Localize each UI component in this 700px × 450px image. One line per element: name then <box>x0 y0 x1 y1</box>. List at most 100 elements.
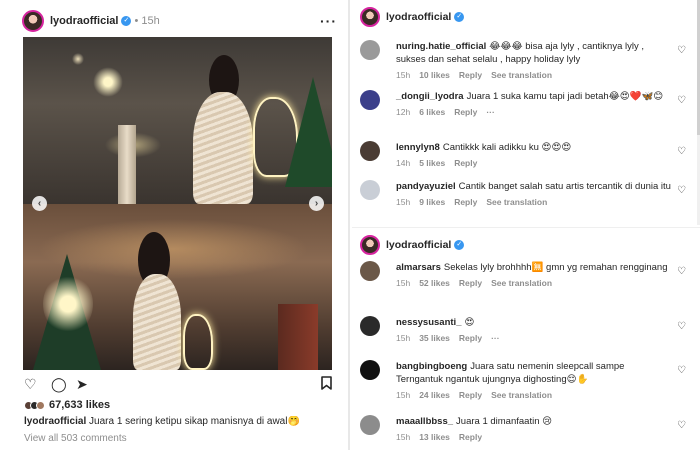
comment-timestamp: 14h <box>396 158 411 168</box>
likes-label: 67,633 likes <box>49 399 111 411</box>
commenter-avatar[interactable] <box>360 40 380 60</box>
stage-prop-image <box>278 304 318 370</box>
reply-button[interactable]: Reply <box>454 196 477 209</box>
post-username[interactable]: lyodraofficial <box>50 15 118 27</box>
comment-likes-count[interactable]: 13 likes <box>419 431 450 444</box>
comment-timestamp: 15h <box>396 432 411 442</box>
commenter-avatar[interactable] <box>360 360 380 380</box>
comment-text-block: nuring.hatie_official 😂😂😂 bisa aja lyly ,… <box>396 40 672 66</box>
comment-likes-count[interactable]: 10 likes <box>419 69 450 82</box>
comment-timestamp: 12h <box>396 107 411 117</box>
comment-text: Juara 1 dimanfaatin 😢 <box>456 416 553 427</box>
commenter-username[interactable]: pandyayuziel <box>396 181 456 192</box>
verified-badge-icon: ✓ <box>454 12 465 22</box>
see-translation-button[interactable]: See translation <box>486 196 547 209</box>
reply-button[interactable]: Reply <box>459 277 482 290</box>
reply-button[interactable]: Reply <box>459 431 482 444</box>
see-translation-button[interactable]: See translation <box>491 69 552 82</box>
commenter-username[interactable]: lennylyn8 <box>396 142 440 153</box>
like-heart-icon[interactable]: ♡ <box>24 376 37 392</box>
commenter-username[interactable]: _dongii_lyodra <box>396 91 464 102</box>
comment-timestamp: 15h <box>396 390 411 400</box>
comment-likes-count[interactable]: 35 likes <box>419 332 450 345</box>
comment-like-heart-icon[interactable]: ♡ <box>677 420 686 431</box>
dot-separator: • <box>134 15 139 27</box>
comments-header-username[interactable]: lyodraofficial <box>386 239 451 251</box>
comment-meta: 15h 24 likes Reply See translation <box>396 389 672 402</box>
reply-button[interactable]: Reply <box>459 389 482 402</box>
comment-text-block: maaallbbss_ Juara 1 dimanfaatin 😢 <box>396 415 672 428</box>
commenter-username[interactable]: almarsars <box>396 262 441 273</box>
likes-count[interactable]: 67,633 likes <box>24 399 110 411</box>
comment-likes-count[interactable]: 6 likes <box>419 106 445 119</box>
profile-avatar[interactable] <box>360 235 380 255</box>
comment-likes-count[interactable]: 9 likes <box>419 196 445 209</box>
profile-avatar[interactable] <box>22 10 44 32</box>
singer-gown-image <box>193 92 253 204</box>
post-photo-performance[interactable] <box>23 204 332 370</box>
reply-button[interactable]: Reply <box>454 157 477 170</box>
view-all-comments-link[interactable]: View all 503 comments <box>24 433 127 444</box>
comment-likes-count[interactable]: 5 likes <box>419 157 445 170</box>
comment-meta: 15h 35 likes Reply ··· <box>396 332 672 345</box>
share-paper-plane-icon[interactable]: ➤ <box>76 376 88 392</box>
commenter-username[interactable]: maaallbbss_ <box>396 416 453 427</box>
more-options-icon[interactable]: ··· <box>320 13 337 29</box>
reply-button[interactable]: Reply <box>454 106 477 119</box>
comment-likes-count[interactable]: 52 likes <box>419 277 450 290</box>
comment-text-block: almarsars Sekelas lyly brohhhh🈚 gmn yg re… <box>396 261 672 274</box>
commenter-avatar[interactable] <box>360 141 380 161</box>
comment-body: almarsars Sekelas lyly brohhhh🈚 gmn yg re… <box>396 261 672 290</box>
comment-meta: 14h 5 likes Reply <box>396 157 672 170</box>
post-actions: ♡ ◯ ➤ <box>24 376 334 392</box>
comment-text: Cantik banget salah satu artis tercantik… <box>458 181 671 192</box>
commenter-avatar[interactable] <box>360 415 380 435</box>
commenter-avatar[interactable] <box>360 180 380 200</box>
caption-username[interactable]: lyodraofficial <box>24 416 86 427</box>
comment-more-icon[interactable]: ··· <box>486 106 495 119</box>
post-photo-stage[interactable] <box>23 37 332 204</box>
comment-like-heart-icon[interactable]: ♡ <box>677 45 686 56</box>
comment-more-icon[interactable]: ··· <box>491 332 500 345</box>
comment-body: pandyayuziel Cantik banget salah satu art… <box>396 180 672 209</box>
comment-body: maaallbbss_ Juara 1 dimanfaatin 😢 15h 13 li… <box>396 415 672 444</box>
profile-avatar[interactable] <box>360 7 380 27</box>
commenter-username[interactable]: nuring.hatie_official <box>396 41 486 52</box>
singer-gown-image <box>133 274 181 370</box>
carousel-prev-icon[interactable]: ‹ <box>32 196 47 211</box>
comment-like-heart-icon[interactable]: ♡ <box>677 146 686 157</box>
comment-like-heart-icon[interactable]: ♡ <box>677 365 686 376</box>
carousel-next-icon[interactable]: › <box>309 196 324 211</box>
see-translation-button[interactable]: See translation <box>491 389 552 402</box>
comment-meta: 15h 9 likes Reply See translation <box>396 196 672 209</box>
commenter-avatar[interactable] <box>360 90 380 110</box>
light-reindeer-image <box>183 314 213 370</box>
reply-button[interactable]: Reply <box>459 69 482 82</box>
comment-body: bangbingboeng Juara satu nemenin sleepcal… <box>396 360 672 402</box>
commenter-username[interactable]: nessysusanti_ <box>396 317 461 328</box>
comment-like-heart-icon[interactable]: ♡ <box>677 321 686 332</box>
comment-text-block: nessysusanti_ 😍 <box>396 316 672 329</box>
comment-text: Cantikkk kali adikku ku 😍😍😍 <box>442 142 572 153</box>
comment-likes-count[interactable]: 24 likes <box>419 389 450 402</box>
commenter-avatar[interactable] <box>360 316 380 336</box>
see-translation-button[interactable]: See translation <box>491 277 552 290</box>
reply-button[interactable]: Reply <box>459 332 482 345</box>
comments-header-username[interactable]: lyodraofficial <box>386 11 451 23</box>
comment-meta: 12h 6 likes Reply ··· <box>396 106 672 119</box>
stage-light-image <box>93 67 123 97</box>
comment-like-heart-icon[interactable]: ♡ <box>677 266 686 277</box>
comment-text-block: bangbingboeng Juara satu nemenin sleepcal… <box>396 360 672 386</box>
comment-text: Sekelas lyly brohhhh🈚 gmn yg remahan ren… <box>443 262 668 273</box>
commenter-avatar[interactable] <box>360 261 380 281</box>
comment-timestamp: 15h <box>396 278 411 288</box>
comments-panel-bottom: lyodraofficial ✓ almarsars Sekelas lyly b… <box>352 227 700 450</box>
liker-avatars <box>24 400 45 410</box>
comment-like-heart-icon[interactable]: ♡ <box>677 95 686 106</box>
post-header: lyodraofficial ✓ • 15h ··· <box>22 8 337 34</box>
comment-bubble-icon[interactable]: ◯ <box>51 376 67 392</box>
comment-timestamp: 15h <box>396 70 411 80</box>
commenter-username[interactable]: bangbingboeng <box>396 361 467 372</box>
comment-like-heart-icon[interactable]: ♡ <box>677 185 686 196</box>
save-bookmark-icon[interactable] <box>321 376 332 393</box>
